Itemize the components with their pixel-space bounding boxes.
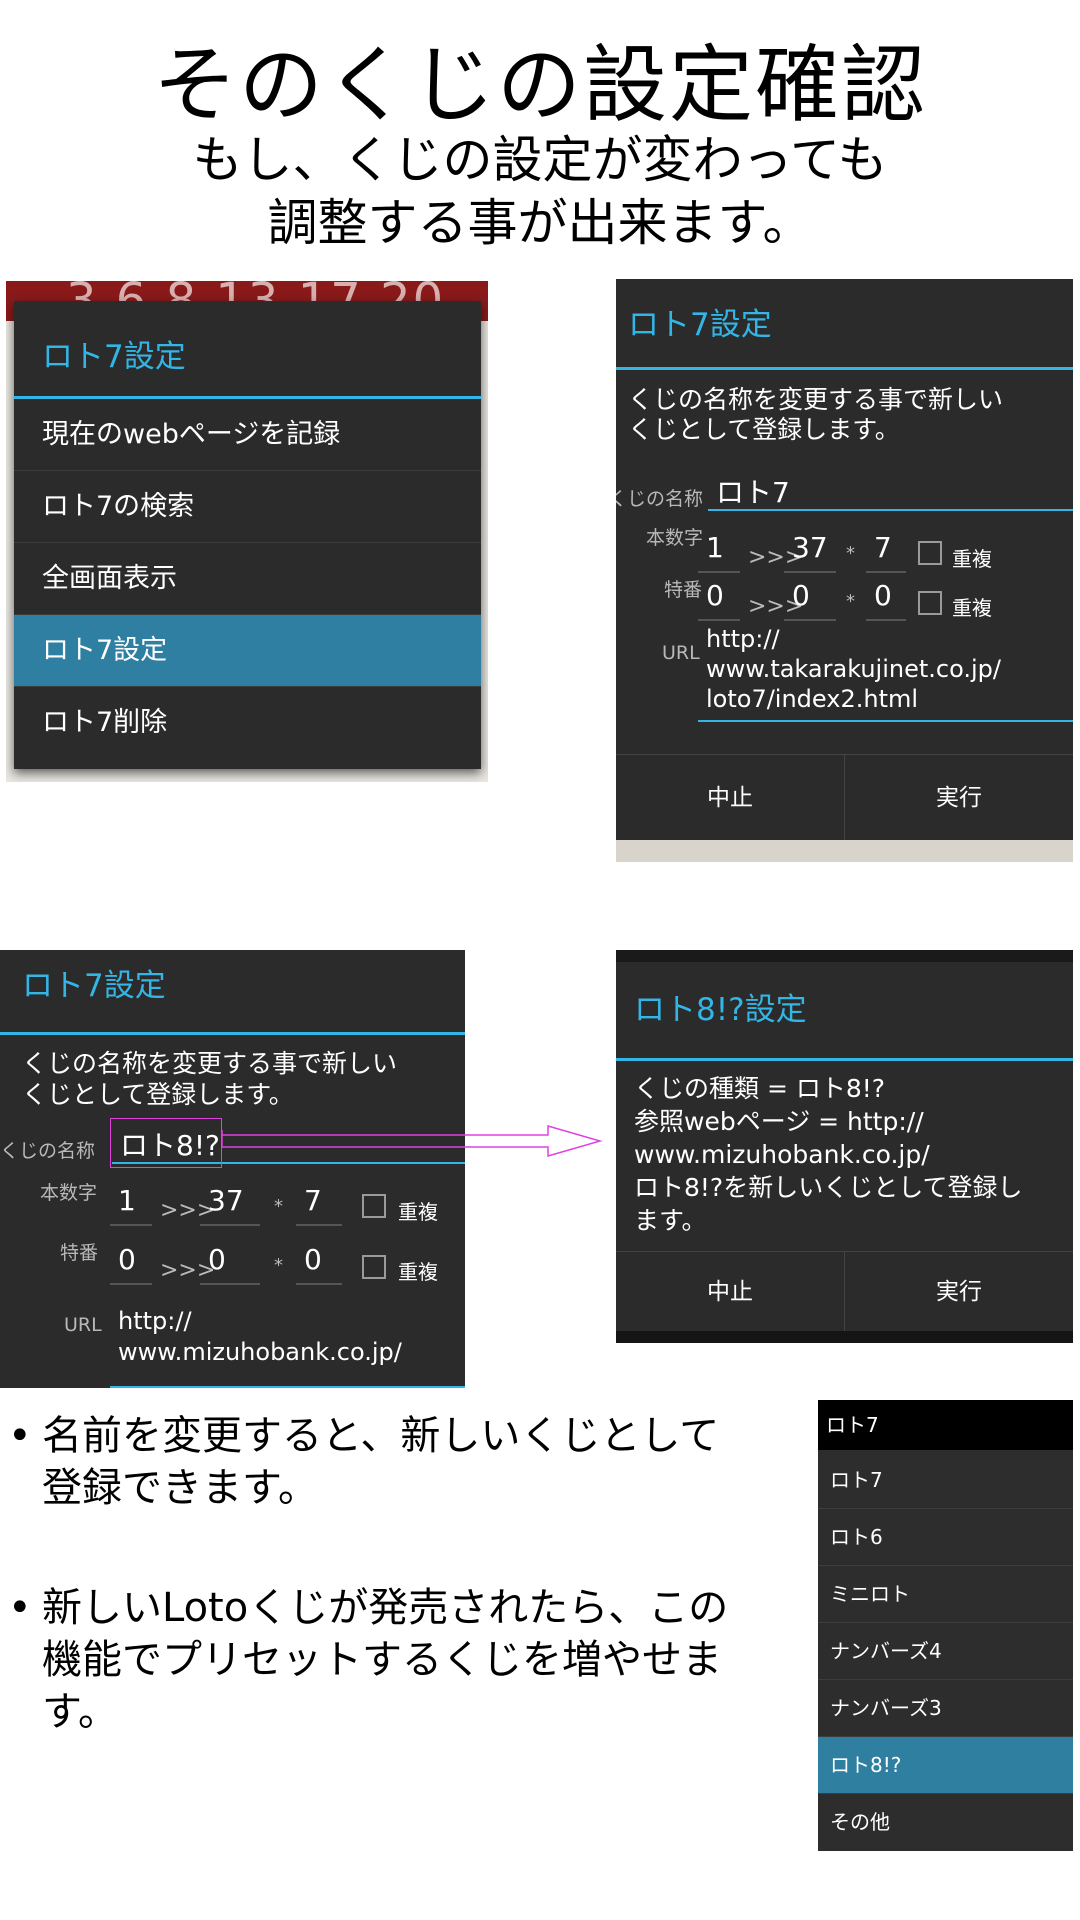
spinner-option[interactable]: ナンバーズ3 [818, 1680, 1073, 1737]
url-line: http:// [118, 1307, 192, 1335]
bullet-dot-icon: • [8, 1413, 32, 1459]
confirm-message: くじの種類 = ロト8!? 参照webページ = http:// www.miz… [634, 1072, 1022, 1237]
message-line: ます。 [634, 1206, 707, 1235]
title-divider [616, 367, 1073, 370]
bonus-duplicate-checkbox[interactable] [918, 591, 942, 615]
name-input[interactable]: ロト7 [708, 471, 1073, 511]
bonus-from-input[interactable]: 0 [110, 1243, 152, 1285]
menu-title: ロト7設定 [42, 339, 186, 375]
options-menu: ロト7設定 現在のwebページを記録 ロト7の検索 全画面表示 ロト7設定 ロト… [14, 301, 481, 769]
description-line: くじの名称を変更する事で新しい [22, 1049, 398, 1078]
main-count-input[interactable]: 7 [866, 531, 906, 573]
main-to-input[interactable]: 37 [200, 1184, 260, 1226]
description-line: くじとして登録します。 [628, 415, 900, 444]
background-strip [616, 1331, 1073, 1343]
main-duplicate-checkbox[interactable] [918, 541, 942, 565]
url-line: http:// [706, 625, 780, 653]
bonus-from-input[interactable]: 0 [698, 579, 740, 621]
page-subtitle-line1: もし、くじの設定が変わっても [192, 131, 888, 189]
spinner-option-selected[interactable]: ロト8!? [818, 1737, 1073, 1794]
bullet-line: 登録できます。 [42, 1465, 318, 1511]
dialog-buttons: 中止 実行 [616, 754, 1073, 840]
settings-dialog-screenshot: ロト7設定 くじの名称を変更する事で新しい くじとして登録します。 くじの名称 … [616, 279, 1073, 862]
main-duplicate-label: 重複 [952, 547, 992, 571]
message-line: 参照webページ = http:// [634, 1107, 924, 1136]
spinner-option[interactable]: その他 [818, 1794, 1073, 1851]
count-separator: * [274, 1255, 283, 1276]
status-strip [616, 950, 1073, 962]
bullet-text: 新しいLotoくじが発売されたら、この 機能でプリセットするくじを増やせま す。 [42, 1582, 728, 1738]
dialog-title: ロト7設定 [628, 307, 772, 343]
main-numbers-label: 本数字 [40, 1182, 98, 1204]
dialog-description: くじの名称を変更する事で新しい くじとして登録します。 [22, 1048, 397, 1110]
confirm-dialog-screenshot: ロト8!?設定 くじの種類 = ロト8!? 参照webページ = http://… [616, 950, 1073, 1343]
name-label: くじの名称 [616, 488, 704, 510]
bonus-duplicate-label: 重複 [952, 596, 992, 620]
execute-button[interactable]: 実行 [844, 1252, 1073, 1331]
bonus-label: 特番 [60, 1242, 99, 1264]
message-line: くじの種類 = ロト8!? [634, 1074, 886, 1103]
bullet-text: 名前を変更すると、新しいくじとして 登録できます。 [42, 1410, 719, 1514]
description-line: くじとして登録します。 [22, 1080, 294, 1109]
main-duplicate-label: 重複 [398, 1200, 438, 1224]
url-input[interactable]: http:// www.takarakujinet.co.jp/ loto7/i… [698, 624, 1073, 722]
bonus-duplicate-label: 重複 [398, 1260, 438, 1284]
page-subtitle-line2: 調整する事が出来ます。 [267, 194, 813, 252]
background-webpage [616, 840, 1073, 862]
url-input[interactable]: http:// www.mizuhobank.co.jp/ [110, 1306, 465, 1388]
menu-item-delete[interactable]: ロト7削除 [14, 687, 481, 759]
cancel-button[interactable]: 中止 [616, 755, 844, 840]
url-line: www.takarakujinet.co.jp/ [706, 655, 1001, 683]
url-label: URL [662, 642, 700, 664]
main-from-input[interactable]: 1 [698, 531, 740, 573]
menu-item-fullscreen[interactable]: 全画面表示 [14, 543, 481, 615]
bullet-line: 新しいLotoくじが発売されたら、この [42, 1585, 729, 1631]
dialog-buttons: 中止 実行 [616, 1251, 1073, 1331]
dialog-title: ロト7設定 [22, 968, 166, 1004]
url-line: www.mizuhobank.co.jp/ [118, 1338, 402, 1366]
edited-dialog-screenshot: ロト7設定 くじの名称を変更する事で新しい くじとして登録します。 くじの名称 … [0, 950, 465, 1388]
bonus-count-input[interactable]: 0 [866, 579, 906, 621]
title-divider [616, 1058, 1073, 1061]
spinner-selected-value[interactable]: ロト7 [818, 1400, 1073, 1450]
bonus-duplicate-checkbox[interactable] [362, 1255, 386, 1279]
bullet-line: す。 [42, 1689, 118, 1735]
bullet-line: 機能でプリセットするくじを増やせま [42, 1637, 722, 1683]
menu-item-record-page[interactable]: 現在のwebページを記録 [14, 399, 481, 471]
cancel-button[interactable]: 中止 [616, 1252, 844, 1331]
bullet-line: 名前を変更すると、新しいくじとして [42, 1413, 720, 1459]
bonus-to-input[interactable]: 0 [784, 579, 836, 621]
spinner-option[interactable]: ロト6 [818, 1509, 1073, 1566]
spinner-option[interactable]: ロト7 [818, 1452, 1073, 1509]
bullet-dot-icon: • [8, 1585, 32, 1631]
highlight-box [110, 1118, 222, 1168]
bonus-count-input[interactable]: 0 [296, 1243, 342, 1285]
bonus-label: 特番 [664, 579, 703, 601]
execute-button[interactable]: 実行 [844, 755, 1073, 840]
count-separator: * [846, 591, 855, 612]
main-to-input[interactable]: 37 [784, 531, 836, 573]
main-duplicate-checkbox[interactable] [362, 1194, 386, 1218]
bonus-to-input[interactable]: 0 [200, 1243, 260, 1285]
main-from-input[interactable]: 1 [110, 1184, 152, 1226]
message-line: www.mizuhobank.co.jp/ [634, 1140, 930, 1169]
name-label: くじの名称 [0, 1140, 96, 1162]
dialog-title: ロト8!?設定 [634, 992, 807, 1028]
url-label: URL [64, 1314, 102, 1336]
main-numbers-label: 本数字 [646, 527, 704, 549]
message-line: ロト8!?を新しいくじとして登録し [634, 1173, 1023, 1202]
count-separator: * [846, 543, 855, 564]
menu-screenshot: 3 6 8 13 17 20 31 ロト7設定 現在のwebページを記録 ロト7… [6, 281, 488, 782]
main-count-input[interactable]: 7 [296, 1184, 342, 1226]
description-line: くじの名称を変更する事で新しい [628, 385, 1004, 414]
menu-item-search[interactable]: ロト7の検索 [14, 471, 481, 543]
title-divider [0, 1032, 465, 1035]
spinner-option[interactable]: ナンバーズ4 [818, 1623, 1073, 1680]
menu-item-settings[interactable]: ロト7設定 [14, 615, 481, 687]
spinner-option[interactable]: ミニロト [818, 1566, 1073, 1623]
url-line: loto7/index2.html [706, 685, 919, 713]
count-separator: * [274, 1196, 283, 1217]
dialog-description: くじの名称を変更する事で新しい くじとして登録します。 [628, 385, 1003, 445]
lottery-spinner-screenshot: ロト7 ロト7 ロト6 ミニロト ナンバーズ4 ナンバーズ3 ロト8!? その他 [818, 1400, 1073, 1851]
